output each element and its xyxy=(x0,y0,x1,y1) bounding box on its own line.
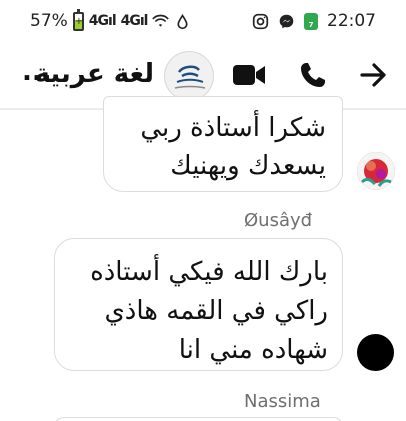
back-arrow-icon[interactable] xyxy=(358,60,388,90)
status-left: 57% + 4Gıl 4Gıl xyxy=(30,8,191,31)
sender-name: Øusâyđ xyxy=(244,210,313,231)
video-camera-icon[interactable] xyxy=(232,62,266,88)
battery-percent: 57% xyxy=(30,11,68,31)
signal-4g-icon-2: 4Gıl xyxy=(120,13,149,29)
data-drop-icon xyxy=(177,13,189,29)
message-bubble[interactable]: بارك الله فيكي أستاذه راكي في القمه هاذي… xyxy=(54,238,343,371)
message-bubble-partial[interactable] xyxy=(54,417,343,421)
chat-title[interactable]: لغة عربية xyxy=(35,59,154,89)
app-badge-icon: 7 xyxy=(304,12,318,30)
group-logo-icon xyxy=(165,52,213,100)
signal-4g-icon: 4Gıl xyxy=(88,13,117,29)
wifi-icon xyxy=(152,14,170,27)
phone-icon[interactable] xyxy=(298,60,328,90)
clock: 22:07 xyxy=(327,11,376,31)
instagram-icon xyxy=(252,13,269,29)
group-avatar[interactable] xyxy=(164,51,214,101)
flower-avatar-icon xyxy=(357,152,395,190)
messenger-icon xyxy=(279,14,294,28)
sender-name: Nassima xyxy=(244,391,321,412)
message-bubble[interactable]: شكرا أستاذة ربي يسعدك ويهنيك xyxy=(103,96,343,192)
battery-icon: + xyxy=(72,8,84,31)
status-bar: 57% + 4Gıl 4Gıl 7 22:07 xyxy=(0,0,406,42)
chat-title-ellipsis: ... xyxy=(22,57,52,87)
sender-avatar[interactable] xyxy=(357,334,394,371)
status-right: 7 22:07 xyxy=(252,11,376,31)
sender-avatar[interactable] xyxy=(357,152,395,190)
